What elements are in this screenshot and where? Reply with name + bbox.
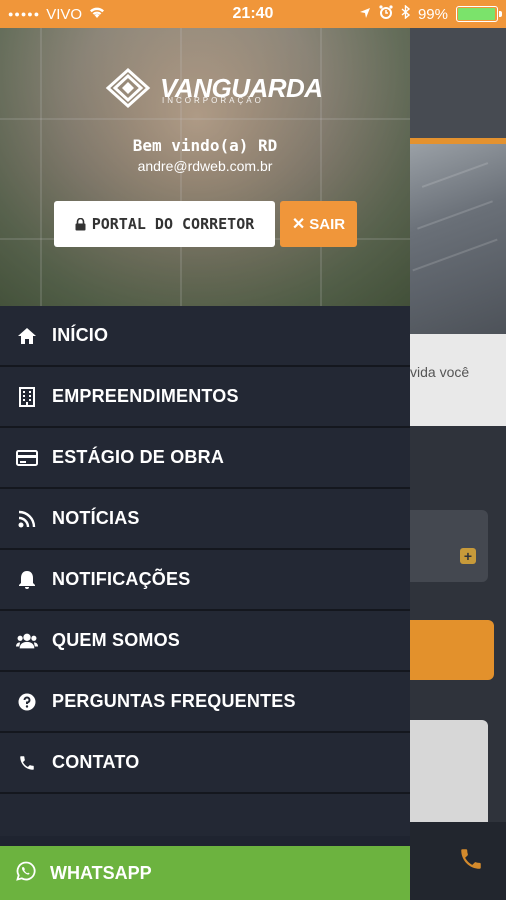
brand-subtitle: INCORPORAÇÃO bbox=[162, 96, 264, 105]
menu-item-noticias[interactable]: NOTÍCIAS bbox=[0, 489, 410, 550]
drawer-menu: INÍCIO EMPREENDIMENTOS ESTÁGIO DE OBRA N… bbox=[0, 306, 410, 836]
home-icon bbox=[16, 325, 38, 347]
portal-button-label: PORTAL DO CORRETOR bbox=[91, 215, 255, 233]
menu-item-label: NOTIFICAÇÕES bbox=[52, 569, 191, 589]
menu-item-quem-somos[interactable]: QUEM SOMOS bbox=[0, 611, 410, 672]
menu-item-contato[interactable]: CONTATO bbox=[0, 733, 410, 794]
portal-corretor-button[interactable]: PORTAL DO CORRETOR bbox=[54, 201, 275, 247]
bg-card bbox=[410, 720, 488, 830]
menu-item-label: PERGUNTAS FREQUENTES bbox=[52, 691, 296, 711]
bg-orange-button[interactable] bbox=[410, 620, 494, 680]
logout-button-label: SAIR bbox=[309, 215, 346, 233]
signal-icon: ●●●●● bbox=[8, 9, 41, 19]
menu-spacer bbox=[0, 794, 410, 836]
battery-percent: 99% bbox=[417, 5, 448, 23]
status-bar: ●●●●● VIVO 21:40 99% bbox=[0, 0, 506, 28]
background-page[interactable]: vida você + bbox=[410, 28, 506, 900]
phone-icon bbox=[16, 752, 38, 774]
menu-item-label: CONTATO bbox=[52, 752, 140, 772]
rss-icon bbox=[16, 508, 38, 530]
card-icon bbox=[16, 447, 38, 469]
bg-partial-text: vida você bbox=[410, 364, 470, 380]
menu-item-empreendimentos[interactable]: EMPREENDIMENTOS bbox=[0, 367, 410, 428]
menu-item-notificacoes[interactable]: NOTIFICAÇÕES bbox=[0, 550, 410, 611]
building-icon bbox=[16, 386, 38, 408]
question-icon bbox=[16, 691, 38, 713]
bell-icon bbox=[16, 569, 38, 591]
navigation-drawer: VANGUARDA INCORPORAÇÃO Bem vindo(a) RD a… bbox=[0, 28, 410, 900]
user-email: andre@rdweb.com.br bbox=[137, 158, 273, 174]
menu-item-label: QUEM SOMOS bbox=[52, 630, 181, 650]
bg-building-photo bbox=[410, 144, 506, 334]
clock: 21:40 bbox=[232, 5, 274, 22]
drawer-header: VANGUARDA INCORPORAÇÃO Bem vindo(a) RD a… bbox=[0, 28, 410, 306]
phone-icon[interactable] bbox=[458, 846, 486, 874]
menu-item-estagio-de-obra[interactable]: ESTÁGIO DE OBRA bbox=[0, 428, 410, 489]
menu-item-label: NOTÍCIAS bbox=[52, 508, 140, 528]
bg-card bbox=[410, 510, 488, 582]
whatsapp-label: WHATSAPP bbox=[50, 862, 152, 883]
brand-logo: VANGUARDA INCORPORAÇÃO bbox=[104, 66, 323, 110]
menu-item-label: ESTÁGIO DE OBRA bbox=[52, 447, 225, 467]
logout-button[interactable]: ✕ SAIR bbox=[280, 201, 357, 247]
carrier-label: VIVO bbox=[46, 5, 83, 23]
wifi-icon bbox=[88, 5, 106, 23]
alarm-icon bbox=[379, 5, 393, 23]
whatsapp-icon bbox=[16, 861, 36, 886]
menu-item-perguntas-frequentes[interactable]: PERGUNTAS FREQUENTES bbox=[0, 672, 410, 733]
bluetooth-icon bbox=[401, 4, 411, 23]
location-icon bbox=[359, 6, 371, 23]
welcome-message: Bem vindo(a) RD bbox=[132, 136, 278, 155]
menu-item-inicio[interactable]: INÍCIO bbox=[0, 306, 410, 367]
whatsapp-button[interactable]: WHATSAPP bbox=[0, 846, 410, 900]
bg-text-card: vida você bbox=[410, 334, 506, 426]
menu-item-label: INÍCIO bbox=[52, 325, 109, 345]
plus-icon[interactable]: + bbox=[460, 548, 476, 564]
logo-mark-icon bbox=[105, 67, 151, 109]
menu-item-label: EMPREENDIMENTOS bbox=[52, 386, 239, 406]
battery-icon bbox=[456, 6, 502, 22]
lock-icon bbox=[75, 217, 86, 230]
bg-header bbox=[410, 28, 506, 138]
users-icon bbox=[16, 630, 38, 652]
close-icon: ✕ bbox=[291, 216, 306, 233]
